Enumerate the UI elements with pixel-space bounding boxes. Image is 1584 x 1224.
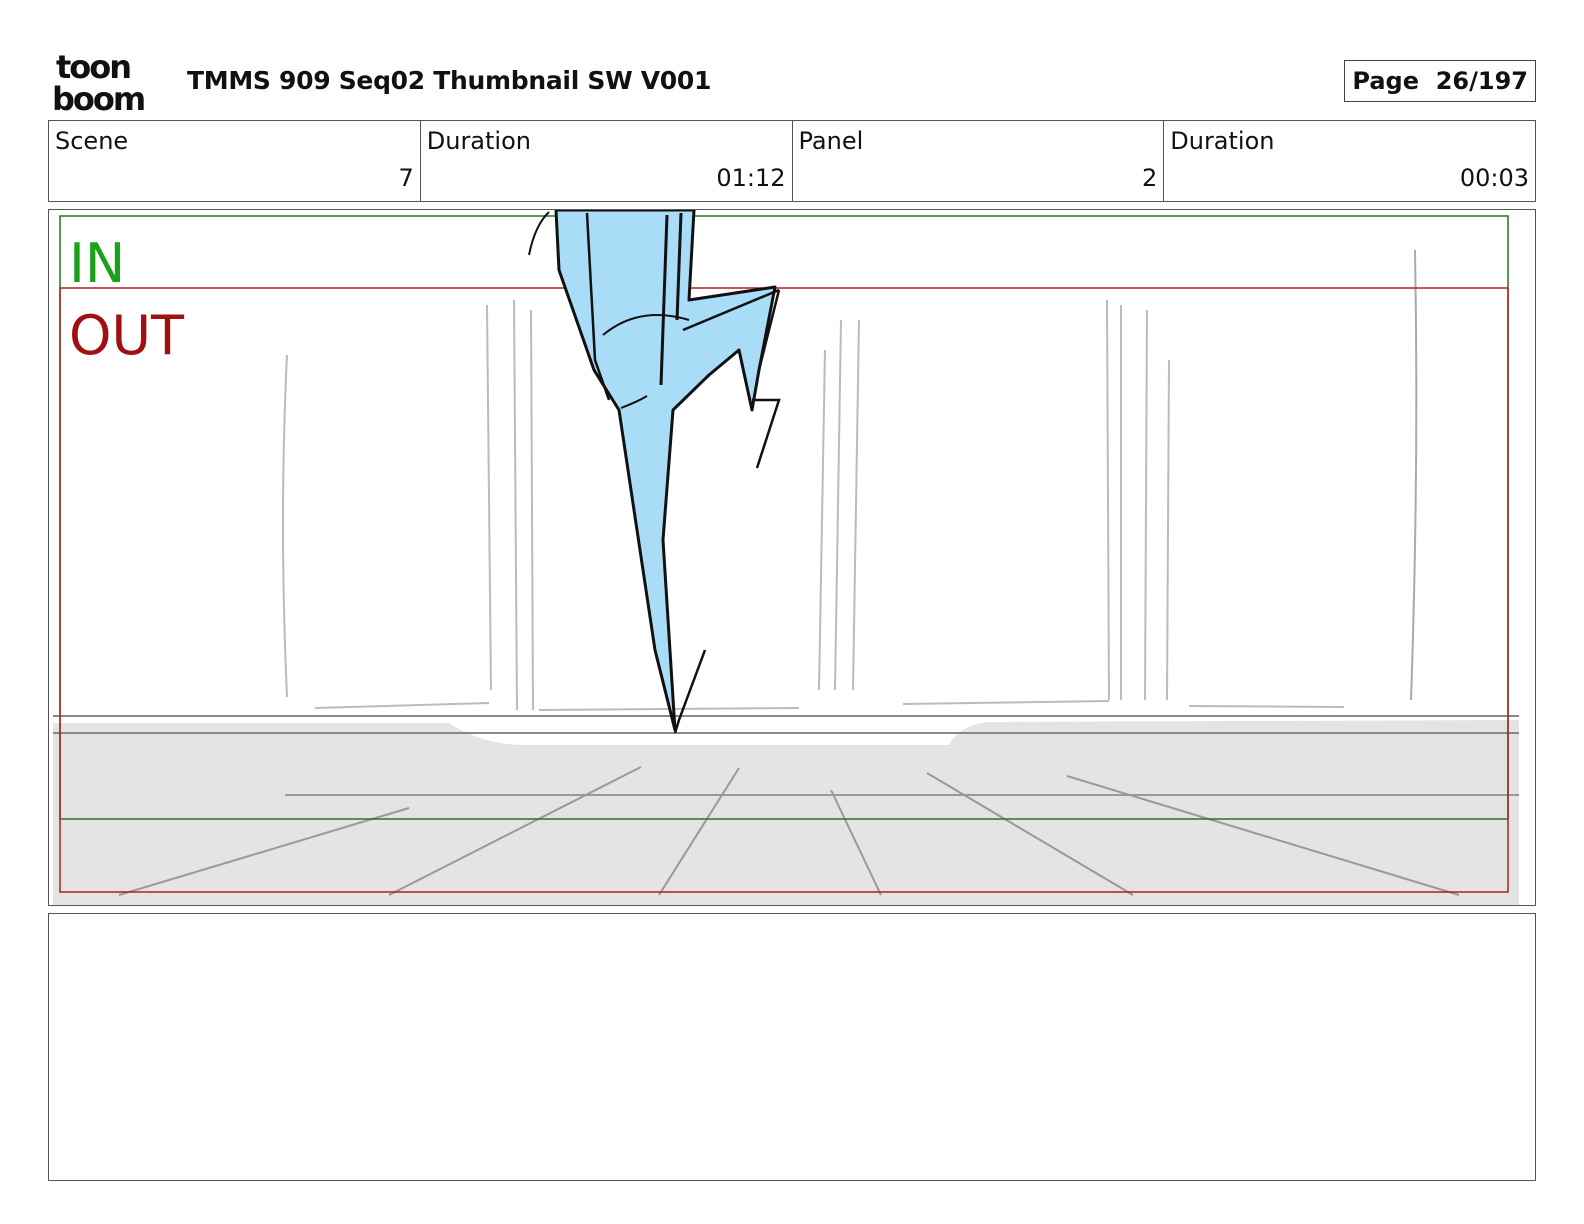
page-indicator: Page 26/197 — [1344, 60, 1536, 102]
scene-duration-label: Duration — [426, 127, 531, 155]
scene-cell: Scene 7 — [49, 121, 421, 201]
panel-cell: Panel 2 — [793, 121, 1165, 201]
out-frame-label: OUT — [69, 304, 185, 367]
panel-value: 2 — [1141, 164, 1158, 192]
in-frame-label: IN — [69, 232, 125, 295]
logo-bottom-text: boom — [52, 80, 144, 112]
page-label: Page — [1352, 67, 1420, 95]
storyboard-panel-image: IN OUT — [48, 209, 1536, 906]
scene-duration-cell: Duration 01:12 — [421, 121, 793, 201]
toon-boom-logo: toon boom — [52, 52, 146, 112]
floor-area — [53, 720, 1519, 905]
page-number: 26/197 — [1435, 67, 1528, 95]
scene-value: 7 — [398, 164, 414, 192]
panel-label: Panel — [798, 127, 864, 155]
scene-duration-value: 01:12 — [716, 164, 786, 192]
header: toon boom TMMS 909 Seq02 Thumbnail SW V0… — [48, 48, 1536, 114]
panel-notes-box[interactable] — [48, 913, 1536, 1181]
panel-drawing: IN OUT — [53, 210, 1519, 905]
panel-duration-value: 00:03 — [1459, 164, 1529, 192]
panel-duration-cell: Duration 00:03 — [1164, 121, 1535, 201]
scene-info-row: Scene 7 Duration 01:12 Panel 2 Duration … — [48, 120, 1536, 202]
document-title: TMMS 909 Seq02 Thumbnail SW V001 — [187, 66, 712, 95]
panel-duration-label: Duration — [1170, 127, 1275, 155]
background-pillars — [282, 249, 1418, 711]
scene-label: Scene — [55, 127, 129, 155]
